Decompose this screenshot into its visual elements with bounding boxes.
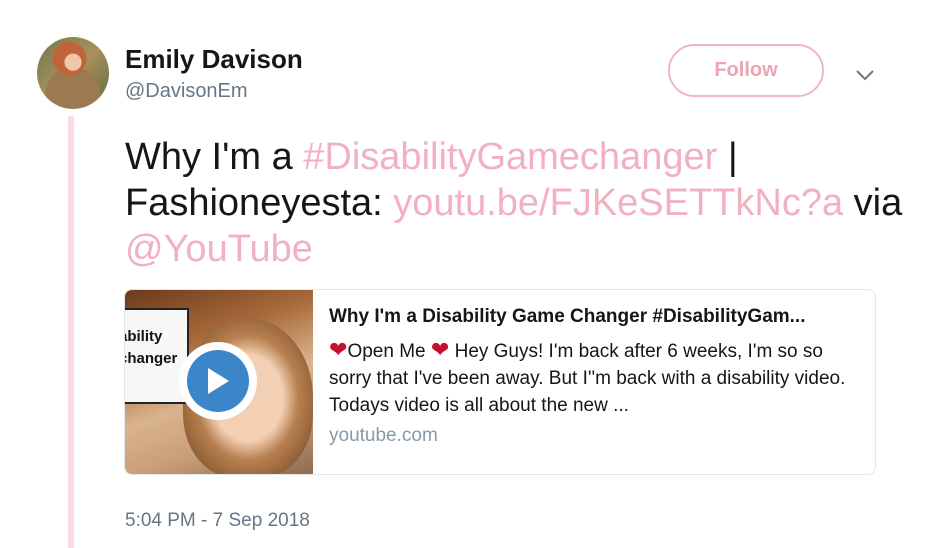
timestamp[interactable]: 5:04 PM - 7 Sep 2018 [125,510,310,532]
heart-icon: ❤ [430,337,450,362]
card-title[interactable]: Why I'm a Disability Game Changer #Disab… [329,304,861,330]
video-thumbnail[interactable]: ability changer [125,290,313,474]
follow-button[interactable]: Follow [668,44,824,97]
play-icon[interactable] [179,342,257,420]
tweet-text: Why I'm a #DisabilityGamechanger | Fashi… [125,134,905,272]
hashtag-link[interactable]: #DisabilityGamechanger [303,136,717,178]
link-preview-card[interactable]: ability changer Why I'm a Disability Gam… [124,289,876,475]
thread-line [68,116,74,548]
tweet-text-part: via [843,182,903,224]
display-name[interactable]: Emily Davison [125,44,303,75]
sign-line: ability [125,328,163,345]
heart-icon: ❤ [329,337,348,362]
mention-link[interactable]: @YouTube [125,228,313,270]
chevron-down-icon[interactable] [852,62,878,88]
tweet-text-part: Why I'm a [125,136,304,178]
card-description: ❤Open Me ❤ Hey Guys! I'm back after 6 we… [329,336,861,419]
card-domain: youtube.com [329,425,438,446]
sign-line: changer [125,350,178,367]
avatar[interactable] [37,37,109,109]
url-link[interactable]: youtu.be/FJKeSETTkNc?a [393,182,843,224]
user-handle[interactable]: @DavisonEm [125,80,248,103]
card-description-part: Open Me [347,341,431,362]
